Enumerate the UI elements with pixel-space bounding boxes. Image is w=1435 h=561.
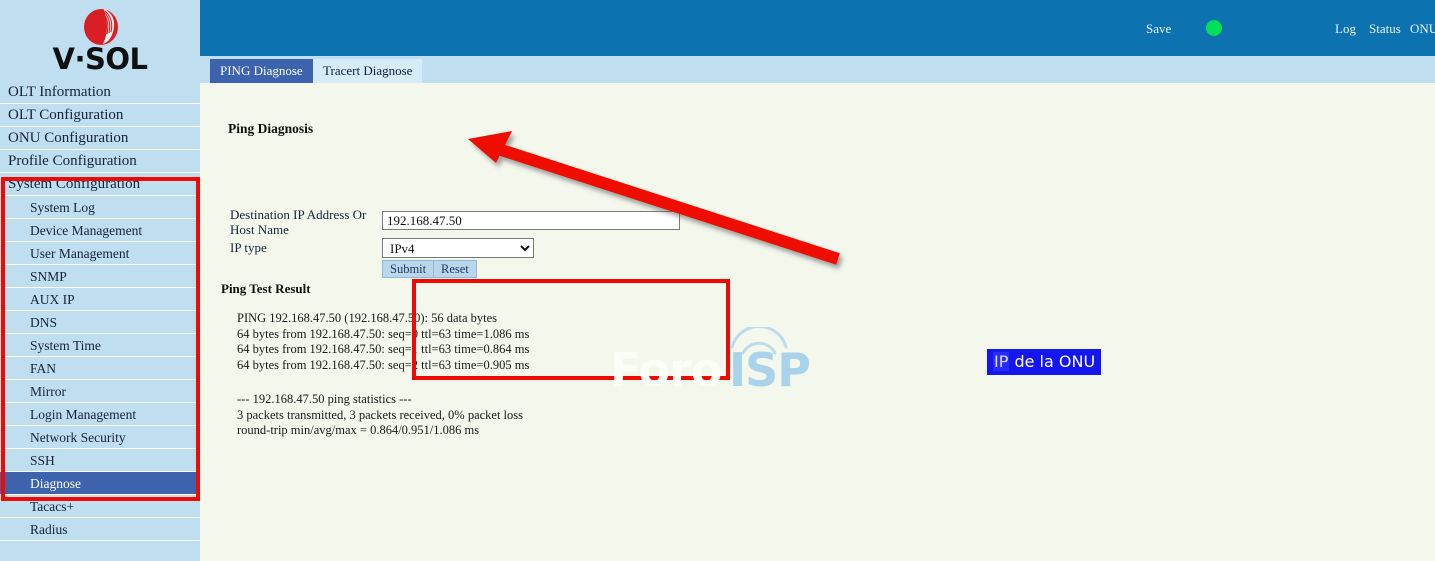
sidebar-sub-item[interactable]: AUX IP — [0, 288, 200, 311]
ping-result-title: Ping Test Result — [221, 281, 311, 296]
reset-button[interactable]: Reset — [433, 260, 477, 278]
sidebar-sub-item[interactable]: SSH — [0, 449, 200, 472]
sidebar-sub-item[interactable]: Tacacs+ — [0, 495, 200, 518]
annotation-callout-rest: de la ONU — [1009, 352, 1096, 371]
sidebar-sub-nav: System Log Device Management User Manageme… — [0, 196, 200, 541]
content-panel: Ping Diagnosis Destination IP Address Or… — [200, 83, 1435, 561]
save-button[interactable]: Save — [1146, 21, 1171, 37]
sidebar-top-item[interactable]: System Configuration — [0, 173, 200, 196]
annotation-callout: IP de la ONU — [987, 349, 1102, 375]
sidebar-top-item[interactable]: Profile Configuration — [0, 150, 200, 173]
wifi-signal-icon — [730, 327, 788, 355]
brand-logo: V·SOL — [0, 0, 200, 81]
iptype-select[interactable]: IPv4IPv6 — [382, 238, 534, 258]
brand-logo-text: V·SOL — [52, 42, 148, 76]
annotation-callout-selected: IP — [993, 352, 1010, 371]
sidebar-top-item[interactable]: OLT Information — [0, 81, 200, 104]
page-root: V·SOL OLT Information OLT Configuration ON… — [0, 0, 1435, 561]
tab-ping-diagnose[interactable]: PING Diagnose — [210, 59, 313, 83]
watermark-text-isp: ISP — [729, 343, 811, 397]
page-title: Ping Diagnosis — [228, 121, 314, 136]
sidebar-sub-item[interactable]: Diagnose — [0, 472, 200, 495]
sidebar-sub-item[interactable]: Network Security — [0, 426, 200, 449]
green-dot-icon — [1206, 20, 1222, 36]
tab-bar: PING Diagnose Tracert Diagnose — [200, 56, 1435, 83]
destination-label: Destination IP Address Or Host Name — [230, 207, 367, 237]
sidebar-sub-item[interactable]: Radius — [0, 518, 200, 541]
header-link-onu[interactable]: ONU — [1410, 21, 1435, 37]
vsol-shell-logo-icon — [84, 9, 118, 45]
sidebar-sub-item[interactable]: FAN — [0, 357, 200, 380]
tab-tracert-diagnose[interactable]: Tracert Diagnose — [313, 59, 423, 83]
top-header-bar: Save Log Status ONU — [200, 0, 1435, 56]
watermark-foroisp: Foro ISP — [610, 327, 820, 399]
destination-ip-input[interactable] — [382, 211, 680, 230]
submit-button[interactable]: Submit — [382, 260, 435, 278]
ping-statistics-output: --- 192.168.47.50 ping statistics --- 3 … — [237, 392, 524, 437]
watermark-text-foro: Foro — [610, 343, 722, 397]
sidebar-sub-item[interactable]: SNMP — [0, 265, 200, 288]
sidebar: V·SOL OLT Information OLT Configuration ON… — [0, 0, 200, 561]
sidebar-sub-item[interactable]: Login Management — [0, 403, 200, 426]
sidebar-sub-item[interactable]: Mirror — [0, 380, 200, 403]
sidebar-top-nav: OLT Information OLT Configuration ONU Conf… — [0, 81, 200, 196]
sidebar-sub-item[interactable]: System Log — [0, 196, 200, 219]
header-link-status[interactable]: Status — [1369, 21, 1401, 37]
sidebar-sub-item[interactable]: System Time — [0, 334, 200, 357]
sidebar-sub-item[interactable]: User Management — [0, 242, 200, 265]
sidebar-top-item[interactable]: ONU Configuration — [0, 127, 200, 150]
header-link-log[interactable]: Log — [1335, 21, 1356, 37]
sidebar-sub-item[interactable]: DNS — [0, 311, 200, 334]
main-area: Save Log Status ONU PING Diagnose Tracer… — [200, 0, 1435, 561]
ping-result-output: PING 192.168.47.50 (192.168.47.50): 56 d… — [237, 311, 530, 372]
iptype-label: IP type — [230, 240, 267, 255]
sidebar-sub-item[interactable]: Device Management — [0, 219, 200, 242]
sidebar-top-item[interactable]: OLT Configuration — [0, 104, 200, 127]
